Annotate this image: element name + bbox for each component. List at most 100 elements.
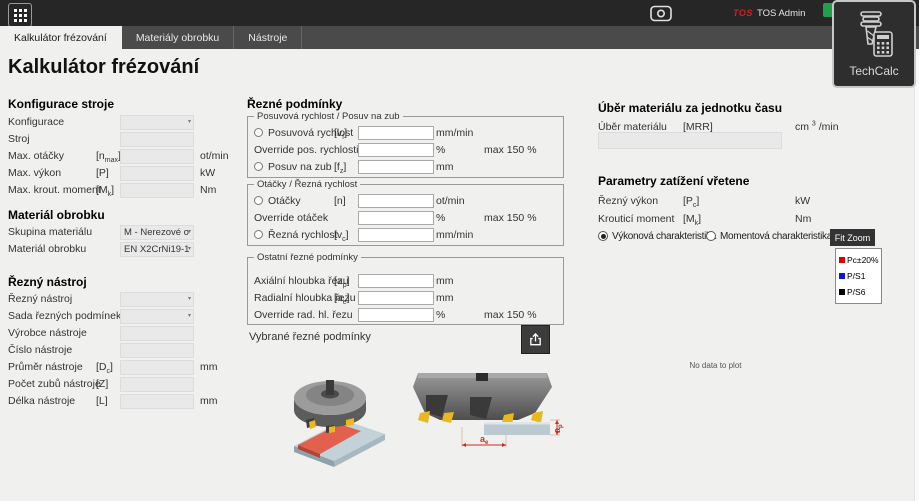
legend-item: Pc±20%	[839, 252, 879, 268]
field-label: Override otáček	[254, 212, 328, 224]
tab-nastroje[interactable]: Nástroje	[234, 26, 302, 49]
chevron-down-icon: ▾	[188, 313, 191, 319]
section-title-spindle: Parametry zatížení vřetene	[598, 174, 749, 188]
apps-grid-button[interactable]	[8, 3, 32, 27]
pocet-zubu-field	[120, 377, 194, 392]
otacky-radio[interactable]	[254, 196, 263, 205]
symbol-p: [P]	[96, 167, 109, 179]
override-otacek-input[interactable]	[358, 211, 434, 225]
unit-label: Nm	[795, 213, 811, 225]
export-conditions-button[interactable]	[521, 325, 550, 354]
delka-field	[120, 394, 194, 409]
max-vykon-field	[120, 166, 194, 181]
field-label: Konfigurace	[8, 116, 64, 128]
legend-swatch-black	[839, 289, 845, 295]
radialni-hloubka-input[interactable]	[358, 291, 434, 305]
posuvova-rychlost-input[interactable]	[358, 126, 434, 140]
techcalc-shortcut-tile[interactable]: TechCalc	[832, 0, 916, 88]
tab-materialy-obrobku[interactable]: Materiály obrobku	[122, 26, 234, 49]
group-other: Ostatní řezné podmínky Axiální hloubka ř…	[247, 257, 564, 325]
milling-isometric-illustration	[282, 368, 397, 473]
unit-label: mm/min	[436, 127, 473, 139]
material-obrobku-select[interactable]: EN X2CrNi19-1▾	[120, 242, 194, 257]
field-label: Override pos. rychlosti	[254, 144, 358, 156]
cutting-conditions-panel: Řezné podmínky Posuvová rychlost / Posuv…	[247, 95, 565, 395]
torque-characteristic-option[interactable]: Momentová charakteristika	[706, 231, 832, 245]
field-label: Řezná rychlost	[268, 229, 337, 241]
page-title: Kalkulátor frézování	[8, 56, 199, 79]
scrollbar-track[interactable]	[914, 49, 919, 501]
row-rezny-vykon: Řezný výkon [Pc] kW	[598, 194, 916, 209]
symbol-l: [L]	[96, 395, 108, 407]
tab-kalkulator-frezovani[interactable]: Kalkulátor frézování	[0, 26, 122, 49]
no-data-message: No data to plot	[689, 361, 741, 370]
konfigurace-select[interactable]: ▾	[120, 115, 194, 130]
row-konfigurace: Konfigurace ▾	[8, 115, 240, 130]
posuvova-rychlost-radio[interactable]	[254, 128, 263, 137]
symbol-dc: [Dc]	[96, 361, 113, 373]
legend-label: P/S1	[847, 271, 865, 281]
unit-label: ot/min	[200, 150, 229, 162]
row-stroj: Stroj	[8, 132, 240, 147]
field-label: Výrobce nástroje	[8, 327, 87, 339]
row-sada-podminek: Sada řezných podmínek ▾	[8, 309, 240, 324]
rezna-rychlost-radio[interactable]	[254, 230, 263, 239]
max-label: max 150 %	[484, 144, 537, 156]
radio-label: Momentová charakteristika	[720, 231, 832, 242]
rezny-nastroj-select[interactable]: ▾	[120, 292, 194, 307]
symbol-ae: [ae]	[334, 292, 350, 304]
tos-logo: TOS	[733, 8, 753, 18]
unit-label: %	[436, 309, 445, 321]
field-label: Max. krout. moment	[8, 184, 101, 196]
axialni-hloubka-input[interactable]	[358, 274, 434, 288]
power-characteristic-radio[interactable]	[598, 231, 608, 241]
fit-zoom-button[interactable]: Fit Zoom	[830, 229, 875, 246]
export-icon	[528, 332, 543, 347]
max-label: max 150 %	[484, 212, 537, 224]
power-characteristic-option[interactable]: Výkonová charakteristika	[598, 231, 716, 245]
field-label: Posuv na zub	[268, 161, 332, 173]
unit-label: kW	[795, 195, 810, 207]
symbol-fz: [fz]	[334, 161, 346, 173]
row-override-otacek: Override otáček % max 150 %	[248, 211, 563, 226]
row-material-obrobku: Materiál obrobku EN X2CrNi19-1▾	[8, 242, 240, 257]
section-title-tool: Řezný nástroj	[8, 275, 87, 289]
chart-plot-area: No data to plot	[598, 265, 833, 465]
max-moment-field	[120, 183, 194, 198]
row-delka: Délka nástroje [L] mm	[8, 394, 240, 409]
rezna-rychlost-input[interactable]	[358, 228, 434, 242]
legend-label: P/S6	[847, 287, 865, 297]
apps-grid-icon	[14, 9, 27, 22]
sada-podminek-select[interactable]: ▾	[120, 309, 194, 324]
override-radialni-input[interactable]	[358, 308, 434, 322]
group-legend: Ostatní řezné podmínky	[254, 252, 361, 263]
field-label: Průměr nástroje	[8, 361, 83, 373]
row-krouticí-moment: Krouticí moment [Mk] Nm	[598, 212, 916, 227]
ap-dimension-label: ap	[552, 424, 564, 433]
override-posuv-input[interactable]	[358, 143, 434, 157]
unit-label: mm	[436, 275, 454, 287]
row-vyrobce: Výrobce nástroje	[8, 326, 240, 341]
symbol-nmax: [nmax]	[96, 150, 121, 162]
field-label: Délka nástroje	[8, 395, 75, 407]
stroj-field	[120, 132, 194, 147]
camera-button[interactable]	[650, 5, 672, 22]
otacky-input[interactable]	[358, 194, 434, 208]
row-rezny-nastroj: Řezný nástroj ▾	[8, 292, 240, 307]
posuv-na-zub-radio[interactable]	[254, 162, 263, 171]
section-title-material: Materiál obrobku	[8, 208, 105, 222]
row-skupina-materialu: Skupina materiálu M - Nerezové o▾	[8, 225, 240, 240]
posuv-na-zub-input[interactable]	[358, 160, 434, 174]
mrr-value-field	[598, 132, 782, 149]
torque-characteristic-radio[interactable]	[706, 231, 716, 241]
row-override-radialni: Override rad. hl. řezu % max 150 %	[248, 308, 563, 323]
camera-icon	[650, 5, 672, 22]
field-label: Řezný výkon	[598, 195, 658, 207]
unit-label: %	[436, 144, 445, 156]
row-max-otacky: Max. otáčky [nmax] ot/min	[8, 149, 240, 164]
row-prumer: Průměr nástroje [Dc] mm	[8, 360, 240, 375]
symbol-vf: [vf]	[334, 127, 347, 139]
unit-label: %	[436, 212, 445, 224]
tab-bar: Kalkulátor frézování Materiály obrobku N…	[0, 26, 919, 49]
skupina-materialu-select[interactable]: M - Nerezové o▾	[120, 225, 194, 240]
